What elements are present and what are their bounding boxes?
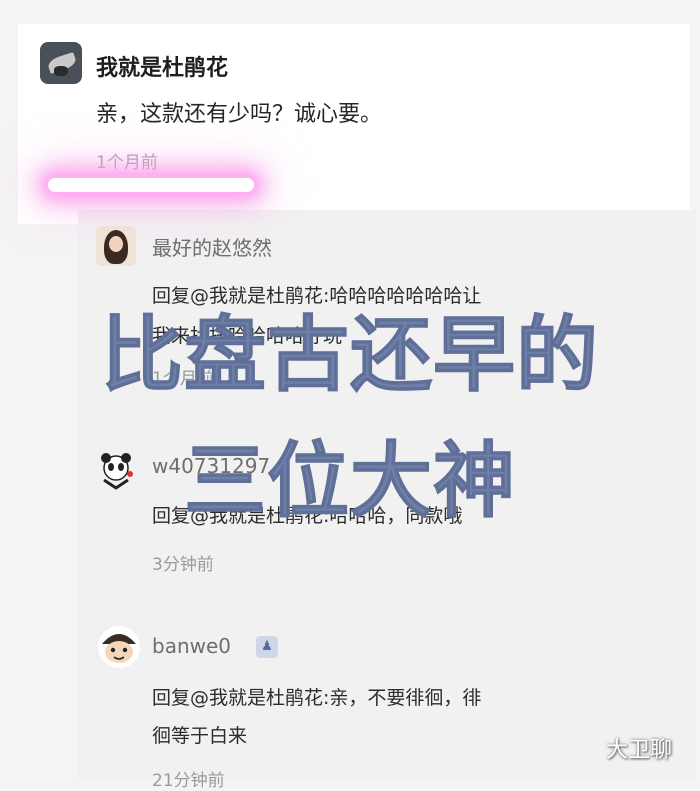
overlay-headline-line2: 三位大神 <box>183 434 516 530</box>
comment-username[interactable]: 我就是杜鹃花 <box>96 50 228 82</box>
user-avatar[interactable] <box>40 42 82 84</box>
comment-time: 1个月前 <box>96 153 158 173</box>
highlight-stroke <box>48 178 254 192</box>
reply-text: 回复@我就是杜鹃花:亲，不要徘徊，徘 <box>152 687 482 709</box>
cartoon-face-icon <box>100 628 138 666</box>
reply-avatar[interactable] <box>98 626 140 668</box>
overlay-headline-line1: 比盘古还早的 <box>100 308 599 404</box>
verified-badge-icon: ♟ <box>256 636 278 658</box>
reply-username[interactable]: banwe0 <box>152 634 231 658</box>
watermark: 大卫聊 <box>606 738 673 763</box>
reply-avatar[interactable] <box>96 226 136 266</box>
reply-time: 3分钟前 <box>152 555 214 575</box>
reply-username[interactable]: 最好的赵悠然 <box>152 232 272 261</box>
reply-text-cont: 徊等于白来 <box>152 725 248 747</box>
comment-text: 亲，这款还有少吗？诚心要。 <box>96 102 383 127</box>
